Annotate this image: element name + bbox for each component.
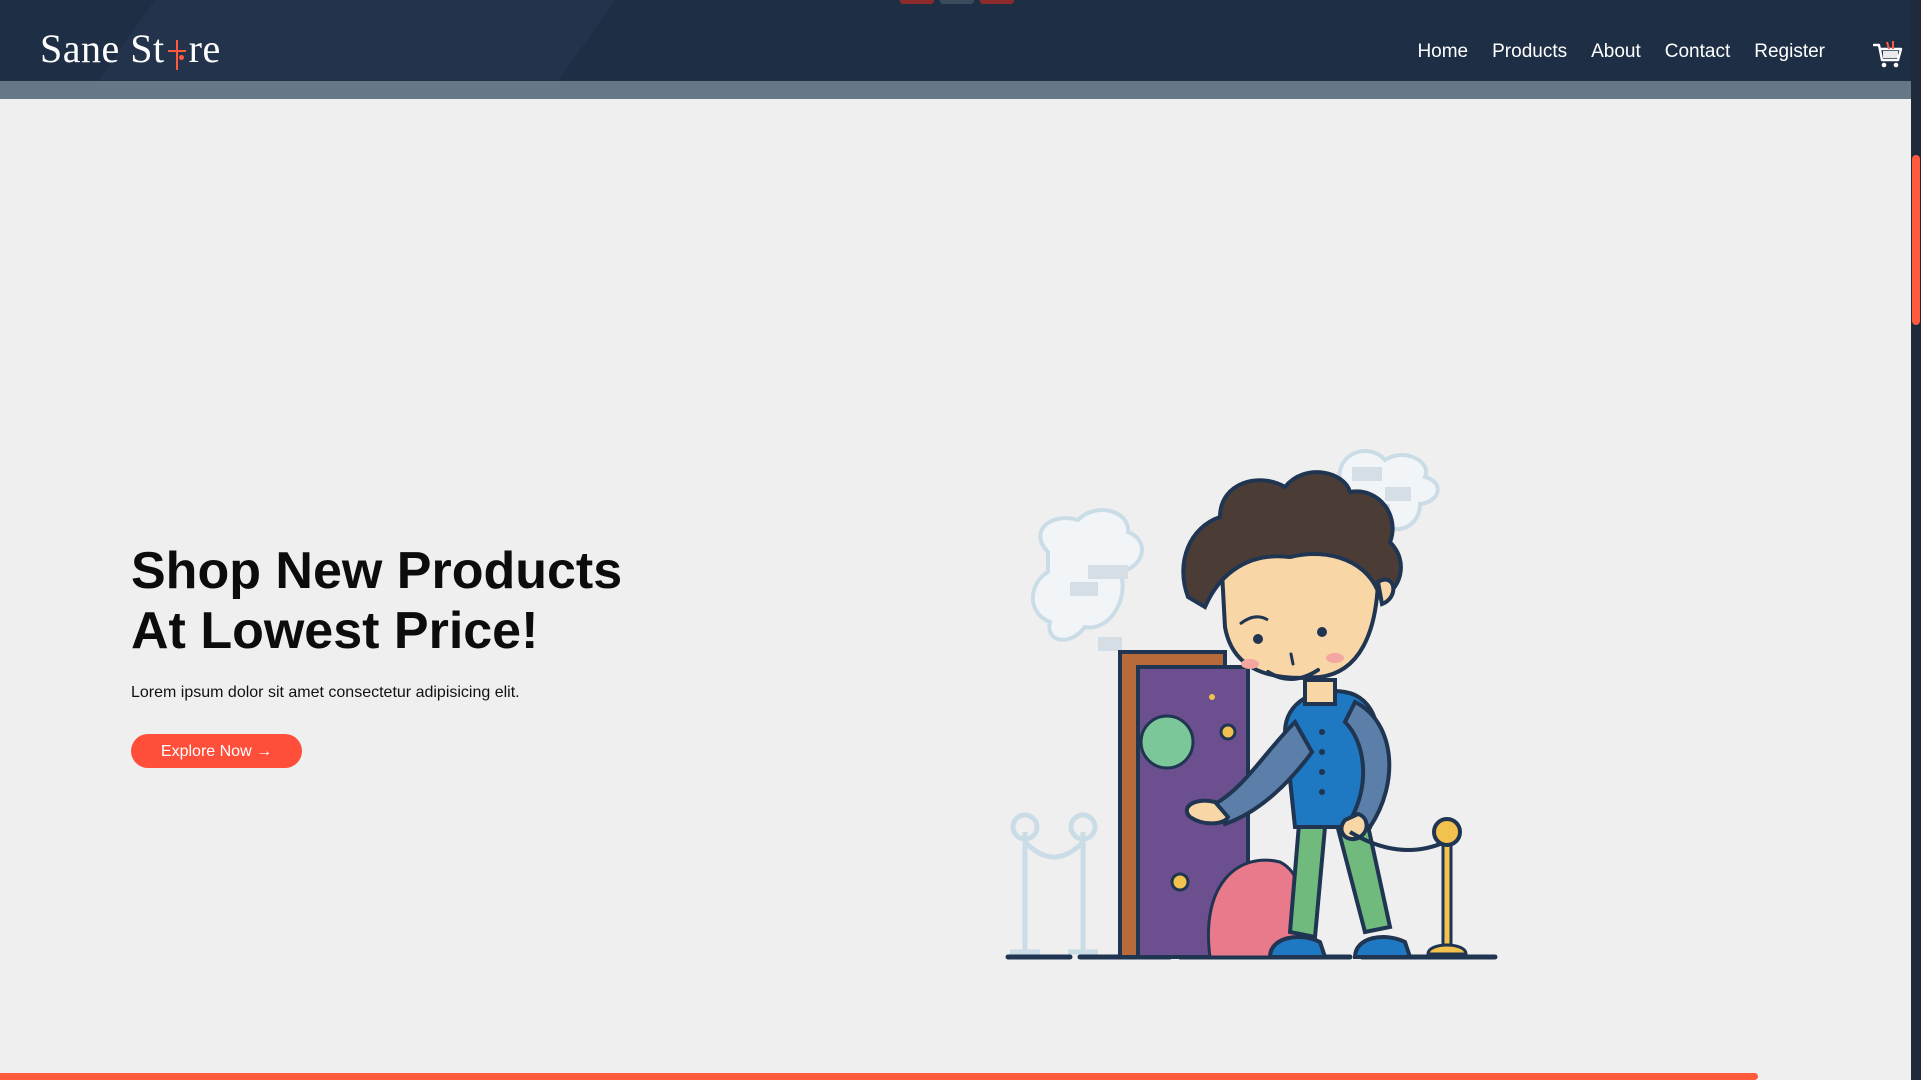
hero-title-line-2: At Lowest Price!: [131, 602, 539, 660]
nav-register[interactable]: Register: [1754, 40, 1825, 64]
header-underline: [0, 81, 1911, 99]
logo-text-start: Sane St: [40, 26, 165, 71]
main-nav: Home Products About Contact Register: [1417, 40, 1825, 64]
top-tab-marker: [900, 0, 934, 4]
site-header: Sane St re Home Products About Contact Re…: [0, 0, 1911, 81]
nav-home[interactable]: Home: [1417, 40, 1468, 64]
hero-subtitle: Lorem ipsum dolor sit amet consectetur a…: [131, 684, 520, 701]
rope-post-faded: [1010, 812, 1098, 955]
hero-title: Shop New Products At Lowest Price!: [131, 541, 622, 661]
page-viewport: Sane St re Home Products About Contact Re…: [0, 0, 1911, 1080]
hero-title-line-1: Shop New Products: [131, 542, 623, 600]
vertical-scrollbar[interactable]: [1911, 0, 1921, 1080]
nav-products[interactable]: Products: [1492, 40, 1567, 64]
scrollbar-thumb[interactable]: [1912, 155, 1920, 325]
nav-about[interactable]: About: [1591, 40, 1641, 64]
site-logo[interactable]: Sane St re: [40, 26, 221, 72]
shopping-cart-icon[interactable]: [1873, 38, 1903, 70]
explore-now-button[interactable]: Explore Now →: [131, 734, 302, 768]
top-tab-marker: [980, 0, 1014, 4]
scroll-progress-bar: [0, 1073, 1759, 1080]
top-tab-marker: [940, 0, 974, 4]
rope-post-gold: [1426, 817, 1468, 956]
logo-text-end: re: [188, 26, 221, 71]
nav-contact[interactable]: Contact: [1665, 40, 1730, 64]
hero-illustration: [1005, 449, 1498, 960]
cloud-left: [1030, 508, 1144, 651]
logo-o-glyph: [166, 38, 188, 70]
